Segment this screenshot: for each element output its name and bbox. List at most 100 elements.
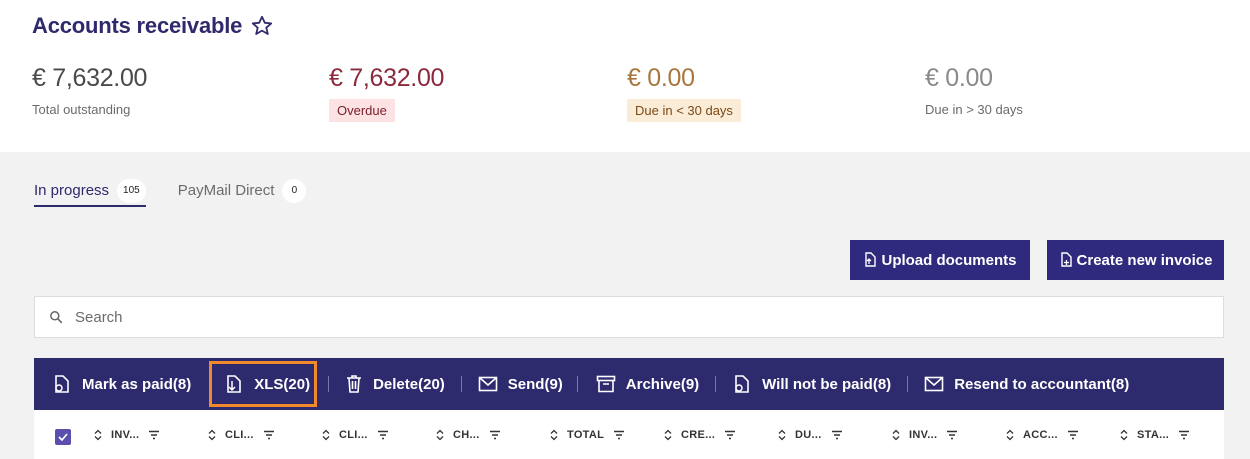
filter-icon[interactable]	[489, 430, 501, 440]
column-label: CRE...	[681, 429, 716, 441]
filter-icon[interactable]	[613, 430, 625, 440]
column-label: CLI...	[339, 429, 368, 441]
tab-paymail-direct[interactable]: PayMail Direct 0	[178, 174, 307, 207]
column-header[interactable]: DU...	[778, 429, 843, 441]
summary-overdue: € 7,632.00 Overdue	[329, 64, 444, 122]
column-header[interactable]: CLI...	[208, 429, 275, 441]
create-invoice-label: Create new invoice	[1076, 251, 1213, 269]
resend-to-accountant-button[interactable]: Resend to accountant(8)	[924, 358, 1129, 410]
total-outstanding-label: Total outstanding	[32, 102, 131, 117]
column-label: INV...	[909, 429, 938, 441]
overdue-amount: € 7,632.00	[329, 64, 445, 92]
checkmark-icon	[58, 433, 68, 441]
filter-icon[interactable]	[377, 430, 389, 440]
summary-panel: Accounts receivable € 7,632.00 Total out…	[0, 0, 1250, 152]
action-divider	[576, 376, 578, 392]
column-header[interactable]: CRE...	[664, 429, 736, 441]
total-outstanding-amount: € 7,632.00	[32, 64, 148, 92]
mark-as-paid-label: Mark as paid(8)	[82, 375, 192, 393]
tab-bar: In progress 105 PayMail Direct 0	[34, 174, 338, 207]
upload-documents-label: Upload documents	[881, 251, 1017, 269]
table-header: INV... CLI... CLI... CH... TOTAL CRE... …	[34, 410, 1224, 459]
trash-icon	[347, 375, 362, 393]
search-icon	[50, 311, 63, 324]
column-header[interactable]: INV...	[892, 429, 958, 441]
mark-paid-icon	[55, 375, 69, 393]
due-later-amount: € 0.00	[925, 64, 993, 92]
sort-icon[interactable]	[1006, 429, 1014, 441]
due-later-label: Due in > 30 days	[925, 102, 1023, 117]
tab-label: In progress	[34, 182, 110, 199]
sort-icon[interactable]	[892, 429, 900, 441]
archive-icon	[596, 375, 616, 393]
column-header[interactable]: ACC...	[1006, 429, 1079, 441]
summary-due-later: € 0.00 Due in > 30 days	[925, 64, 1023, 117]
column-label: CLI...	[225, 429, 254, 441]
column-label: ACC...	[1023, 429, 1058, 441]
envelope-icon	[924, 376, 944, 392]
sort-icon[interactable]	[550, 429, 558, 441]
upload-file-icon	[865, 252, 877, 267]
filter-icon[interactable]	[946, 430, 958, 440]
will-not-pay-icon	[735, 375, 749, 393]
archive-label: Archive(9)	[625, 375, 700, 393]
sort-icon[interactable]	[778, 429, 786, 441]
new-file-icon	[1060, 252, 1072, 267]
will-not-be-paid-button[interactable]: Will not be paid(8)	[732, 358, 891, 410]
tab-in-progress[interactable]: In progress 105	[34, 174, 146, 207]
action-divider	[715, 376, 717, 392]
action-divider	[328, 376, 330, 392]
search-bar	[34, 296, 1224, 338]
filter-icon[interactable]	[831, 430, 843, 440]
filter-icon[interactable]	[148, 430, 160, 440]
column-label: INV...	[111, 429, 140, 441]
tab-label: PayMail Direct	[177, 182, 275, 199]
archive-button[interactable]: Archive(9)	[596, 358, 699, 410]
mark-as-paid-button[interactable]: Mark as paid(8)	[52, 358, 191, 410]
sort-icon[interactable]	[94, 429, 102, 441]
select-all-checkbox[interactable]	[55, 429, 71, 445]
column-header[interactable]: TOTAL	[550, 429, 625, 441]
download-file-icon	[227, 375, 242, 393]
bulk-action-bar: Mark as paid(8) XLS(20) Delete(20) Send(…	[34, 358, 1224, 410]
action-divider	[209, 376, 211, 392]
summary-total-outstanding: € 7,632.00 Total outstanding	[32, 64, 147, 117]
overdue-badge: Overdue	[329, 99, 395, 122]
filter-icon[interactable]	[1178, 430, 1190, 440]
delete-button[interactable]: Delete(20)	[345, 358, 445, 410]
column-label: DU...	[795, 429, 822, 441]
column-header[interactable]: CH...	[436, 429, 501, 441]
export-xls-button[interactable]: XLS(20)	[224, 358, 310, 410]
send-label: Send(9)	[507, 375, 563, 393]
column-label: CH...	[453, 429, 480, 441]
column-label: TOTAL	[567, 429, 605, 441]
envelope-icon	[478, 376, 498, 392]
due-soon-badge: Due in < 30 days	[627, 99, 741, 122]
upload-documents-button[interactable]: Upload documents	[850, 240, 1030, 280]
action-divider	[907, 376, 909, 392]
filter-icon[interactable]	[724, 430, 736, 440]
tab-count-badge: 105	[117, 178, 146, 203]
filter-icon[interactable]	[263, 430, 275, 440]
column-label: STA...	[1137, 429, 1170, 441]
send-button[interactable]: Send(9)	[478, 358, 563, 410]
create-invoice-button[interactable]: Create new invoice	[1047, 240, 1224, 280]
filter-icon[interactable]	[1067, 430, 1079, 440]
export-xls-label: XLS(20)	[254, 375, 311, 393]
sort-icon[interactable]	[208, 429, 216, 441]
column-header[interactable]: INV...	[94, 429, 160, 441]
delete-label: Delete(20)	[373, 375, 445, 393]
due-soon-amount: € 0.00	[627, 64, 695, 92]
sort-icon[interactable]	[664, 429, 672, 441]
sort-icon[interactable]	[1120, 429, 1128, 441]
column-header[interactable]: CLI...	[322, 429, 389, 441]
will-not-be-paid-label: Will not be paid(8)	[762, 375, 892, 393]
star-icon[interactable]	[250, 14, 274, 38]
sort-icon[interactable]	[322, 429, 330, 441]
sort-icon[interactable]	[436, 429, 444, 441]
action-divider	[460, 376, 462, 392]
search-input[interactable]	[75, 308, 975, 326]
resend-to-accountant-label: Resend to accountant(8)	[954, 375, 1130, 393]
page-title: Accounts receivable	[32, 13, 243, 38]
column-header[interactable]: STA...	[1120, 429, 1190, 441]
